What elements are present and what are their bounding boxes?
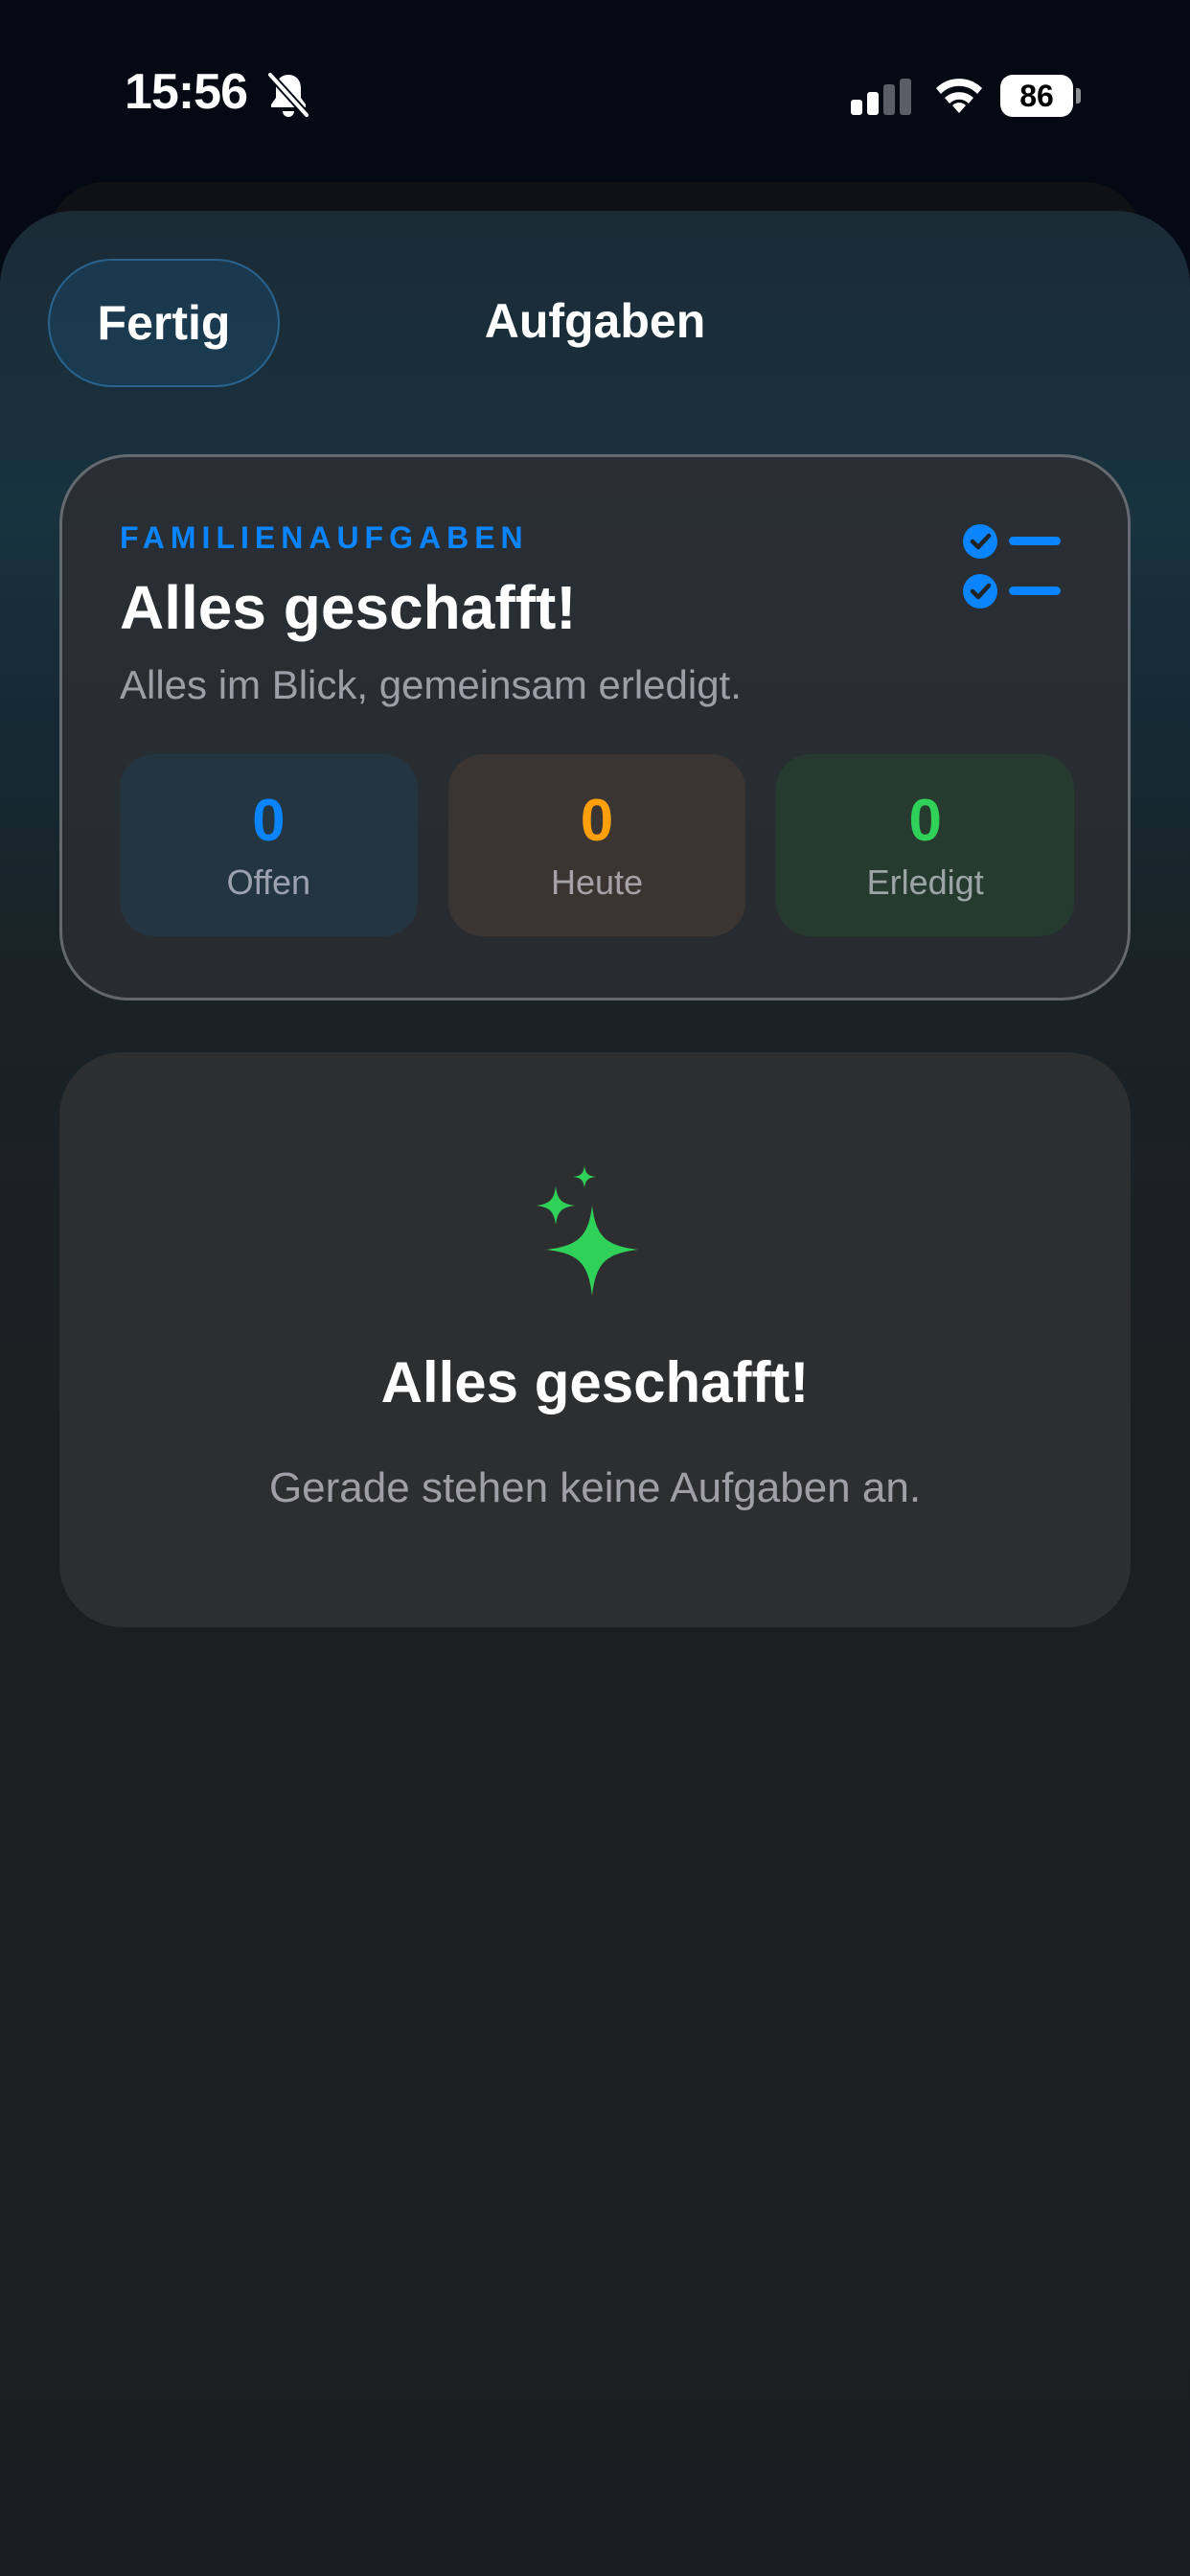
bell-slash-icon xyxy=(266,71,310,119)
stat-value: 0 xyxy=(580,788,614,854)
stats-row: 0 Offen 0 Heute 0 Erledigt xyxy=(120,754,1075,936)
stat-value: 0 xyxy=(908,788,942,854)
screen: 15:56 86 Fertig Aufgaben FAMILIENAUFGABE… xyxy=(0,0,1190,2576)
stat-today[interactable]: 0 Heute xyxy=(447,754,746,936)
stat-open[interactable]: 0 Offen xyxy=(120,754,418,936)
card-title: Alles geschafft! xyxy=(120,573,577,642)
status-time: 15:56 xyxy=(125,64,248,120)
stat-label: Erledigt xyxy=(866,862,984,902)
battery-level: 86 xyxy=(1000,75,1073,117)
wifi-icon xyxy=(936,79,982,113)
tasks-sheet: Fertig Aufgaben FAMILIENAUFGABEN Alles g… xyxy=(0,211,1190,2576)
empty-state-subtitle: Gerade stehen keine Aufgaben an. xyxy=(268,1464,922,1511)
empty-state-card: Alles geschafft! Gerade stehen keine Auf… xyxy=(59,1052,1131,1627)
checklist-icon xyxy=(963,524,1061,609)
stat-label: Heute xyxy=(550,862,644,902)
stat-done[interactable]: 0 Erledigt xyxy=(776,754,1075,936)
sparkles-icon xyxy=(537,1165,638,1296)
stat-value: 0 xyxy=(252,788,286,854)
cellular-signal-icon xyxy=(851,79,911,115)
empty-state-title: Alles geschafft! xyxy=(380,1350,810,1414)
page-title: Aufgaben xyxy=(484,294,706,348)
card-subtitle: Alles im Blick, gemeinsam erledigt. xyxy=(120,662,742,707)
family-tasks-summary-card: FAMILIENAUFGABEN Alles geschafft! Alles … xyxy=(59,454,1131,1000)
battery-icon: 86 xyxy=(1000,75,1081,117)
card-eyebrow: FAMILIENAUFGABEN xyxy=(120,520,529,555)
stat-label: Offen xyxy=(226,862,311,902)
